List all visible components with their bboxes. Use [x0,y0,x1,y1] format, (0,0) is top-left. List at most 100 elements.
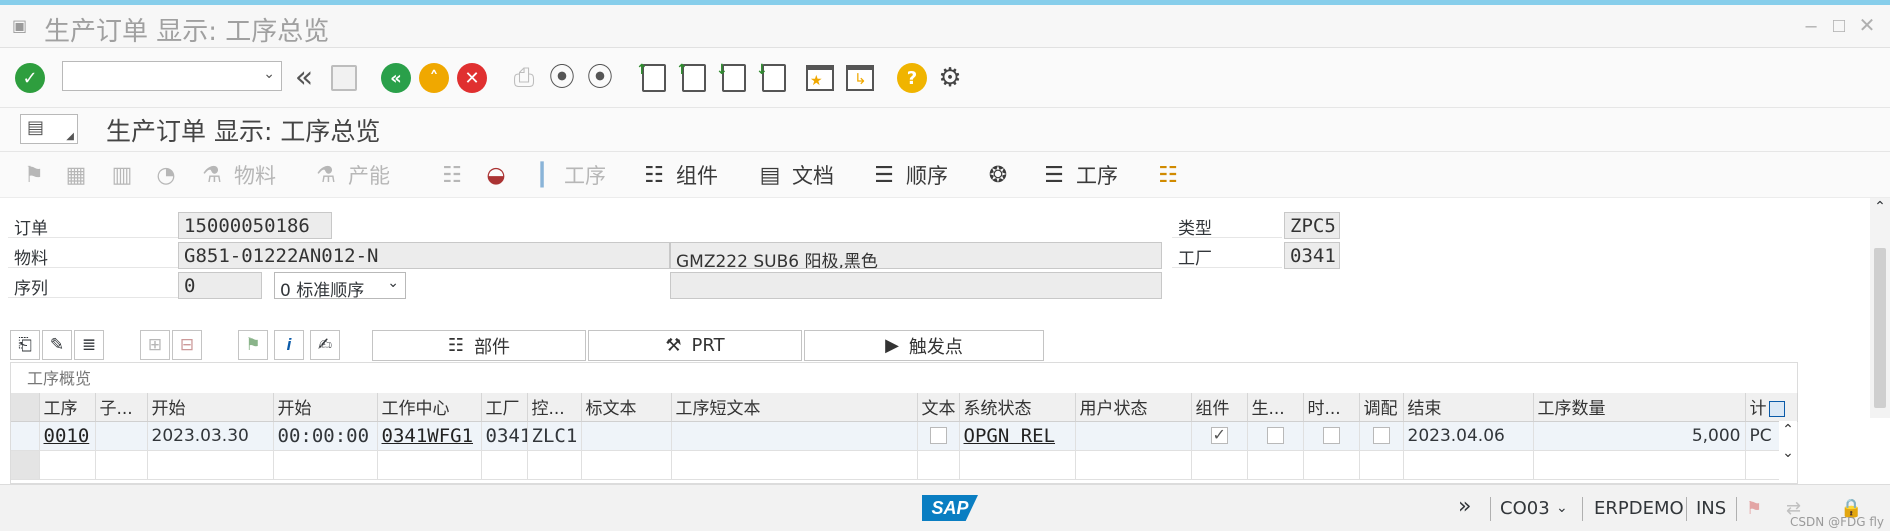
col-time[interactable]: 时... [1303,393,1360,422]
settings-icon[interactable]: ⚙ [934,62,966,94]
order-field[interactable]: 15000050186 [178,212,332,239]
quantity-cell[interactable]: 5,000 [1533,421,1746,451]
delete-row-icon[interactable]: ⊟ [172,330,202,360]
col-allocation[interactable]: 调配 [1359,393,1404,422]
scroll-up-icon[interactable]: ⌃ [1779,421,1797,438]
short-text-cell[interactable] [671,421,918,451]
time-checkbox[interactable] [1322,427,1340,444]
col-short-text[interactable]: 工序短文本 [671,393,918,422]
insert-mode[interactable]: INS [1696,498,1726,519]
exit-icon[interactable]: ˄ [418,62,450,94]
col-start-date[interactable]: 开始 [147,393,274,422]
start-date-cell[interactable]: 2023.03.30 [147,421,274,451]
minimize-icon[interactable]: ‒ [1800,15,1822,37]
command-field[interactable]: ⌄ [62,61,282,91]
plant-field[interactable]: 0341 [1284,242,1340,269]
find-icon[interactable]: ⦿ [546,62,578,94]
hat-button[interactable]: ◒ [482,158,510,192]
user-status-cell[interactable] [1075,421,1192,451]
close-icon[interactable]: ✕ [1856,15,1878,37]
col-plant[interactable]: 工厂 [481,393,528,422]
components-button[interactable]: ☷ 组件 [640,158,718,192]
col-operation[interactable]: 工序 [39,393,96,422]
document-icon[interactable]: ≣ [74,330,104,360]
shortcut-icon[interactable]: ↳ [844,62,876,94]
enter-icon[interactable]: ✓ [14,62,46,94]
table-scroll[interactable]: ⌃ ⌄ [1779,421,1797,481]
tab-prt[interactable]: ⚒ PRT [588,330,802,361]
pie-chart-button[interactable]: ◔ [152,158,180,192]
hierarchy-button[interactable]: ☷ [438,158,466,192]
next-page-icon[interactable]: ↓ [716,62,750,94]
flag-icon[interactable]: ⚑ [238,330,268,360]
tree-button[interactable]: ☷ [1154,158,1182,192]
scroll-up-icon[interactable]: ⌃ [1870,198,1890,215]
col-standard-text[interactable]: 标文本 [581,393,672,422]
work-center-cell[interactable]: 0341WFG1 [377,421,482,451]
table-row[interactable] [11,450,1798,480]
row-selector[interactable] [11,421,40,451]
chevron-down-icon[interactable]: ⌄ [1556,500,1568,516]
col-system-status[interactable]: 系统状态 [959,393,1076,422]
chevron-down-icon[interactable]: ⌄ [263,65,275,82]
table-row[interactable]: 0010 2023.03.30 00:00:00 0341WFG1 0341 Z… [11,421,1798,451]
components-cell[interactable] [1191,421,1248,451]
plant-cell[interactable]: 0341 [481,421,528,451]
material-field[interactable]: G851-01222AN012-N [178,242,670,269]
col-sub-operation[interactable]: 子... [95,393,148,422]
col-user-status[interactable]: 用户状态 [1075,393,1192,422]
select-all-cell[interactable] [11,393,40,422]
production-cell[interactable] [1247,421,1304,451]
col-production[interactable]: 生... [1247,393,1304,422]
calendar-button[interactable]: ▦ [62,158,90,192]
network-button[interactable]: ❂ [984,158,1012,192]
edit-icon[interactable]: ✎ [42,330,72,360]
sequence-button[interactable]: ☰ 顺序 [870,158,948,192]
material-button[interactable]: ⚗ 物料 [198,158,276,192]
transaction-code[interactable]: CO03 [1500,498,1550,519]
info-icon[interactable]: i [274,330,304,360]
back-double-icon[interactable]: « [288,62,320,94]
end-date-cell[interactable]: 2023.04.06 [1403,421,1534,451]
expand-status-icon[interactable]: » [1458,494,1471,519]
operation-list-button[interactable]: ☰ 工序 [1040,158,1118,192]
column-settings-icon[interactable] [1768,401,1785,418]
calculator-button[interactable]: ▥ [108,158,136,192]
sequence-type-select[interactable]: 0 标准顺序 ⌄ [274,272,406,301]
scroll-down-icon[interactable]: ⌄ [1779,444,1797,461]
row-selector[interactable] [11,450,40,480]
time-cell[interactable] [1303,421,1360,451]
text-cell[interactable] [917,421,960,451]
tab-parts[interactable]: ☷ 部件 [372,330,586,361]
documents-button[interactable]: ▤ 文档 [756,158,834,192]
maximize-icon[interactable]: □ [1828,15,1850,37]
type-field[interactable]: ZPC5 [1284,212,1340,239]
operation-cell[interactable]: 0010 [39,421,96,451]
print-icon[interactable]: ⎙ [508,62,540,94]
col-work-center[interactable]: 工作中心 [377,393,482,422]
save-icon[interactable] [328,62,360,94]
flag-button[interactable]: ⚑ [20,158,48,192]
new-session-icon[interactable]: ★ [804,62,836,94]
sequence-field[interactable]: 0 [178,272,262,299]
components-checkbox[interactable] [1210,425,1228,444]
system-status-cell[interactable]: OPGN REL [959,421,1076,451]
back-icon[interactable]: « [380,62,412,94]
window-menu-icon[interactable]: ▣ [12,19,32,35]
production-checkbox[interactable] [1266,427,1284,444]
col-control-key[interactable]: 控... [527,393,582,422]
control-key-cell[interactable]: ZLC1 [527,421,582,451]
cancel-icon[interactable]: ✕ [456,62,488,94]
material-description-field[interactable]: GMZ222 SUB6 阳极,黑色 [670,242,1162,269]
main-scrollbar[interactable]: ⌃ [1870,198,1890,418]
find-next-icon[interactable]: ⦿ [584,62,616,94]
text-checkbox[interactable] [929,427,947,444]
col-start-time[interactable]: 开始 [273,393,378,422]
sub-operation-cell[interactable] [95,421,148,451]
allocation-checkbox[interactable] [1372,427,1390,444]
sequence-description-field[interactable] [670,272,1162,299]
insert-row-icon[interactable]: ⊞ [140,330,170,360]
col-operation-quantity[interactable]: 工序数量 [1533,393,1746,422]
allocation-cell[interactable] [1359,421,1404,451]
flag-icon[interactable]: ⚑ [1746,498,1762,519]
